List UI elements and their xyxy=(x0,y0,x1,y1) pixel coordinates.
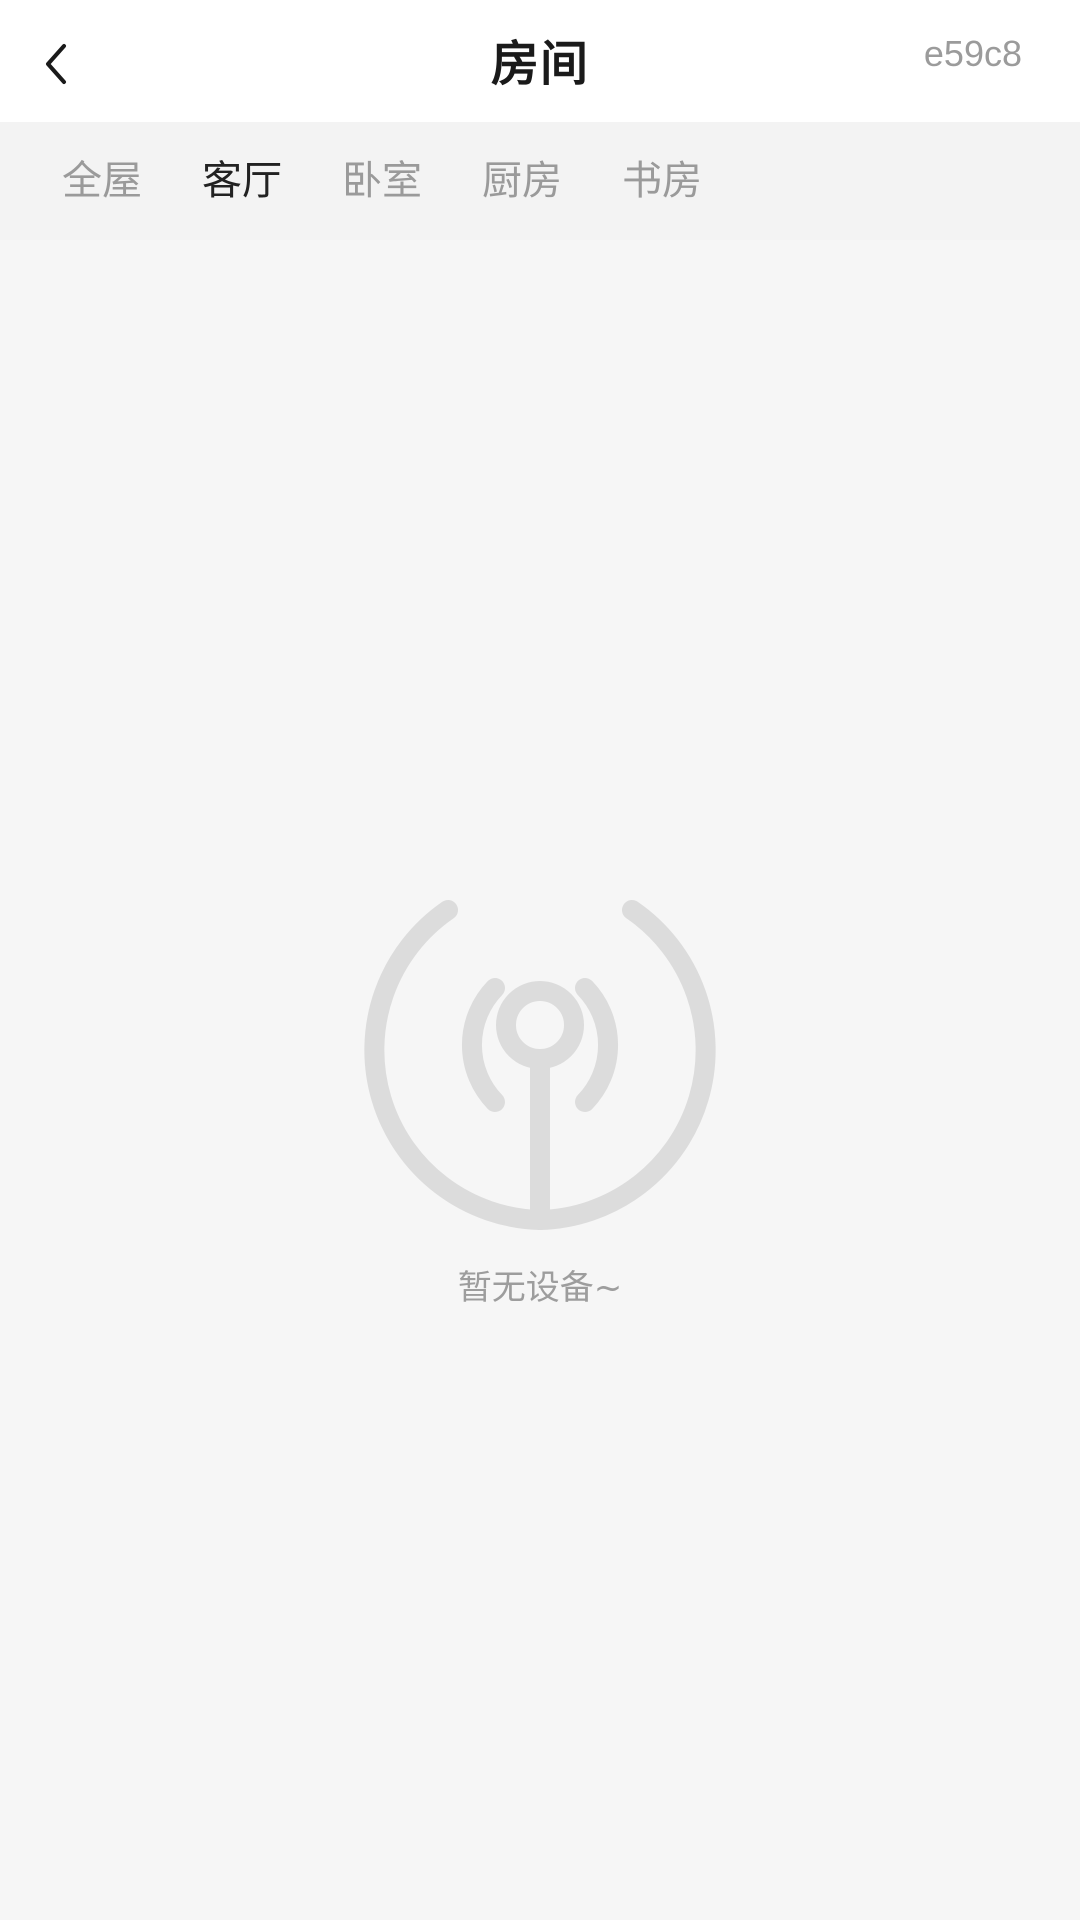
header-code: e59c8 xyxy=(923,33,1022,74)
room-tabs: 全屋 客厅 卧室 厨房 书房 xyxy=(0,122,1080,240)
page-title: 房间 xyxy=(490,36,589,92)
tab-whole-house[interactable]: 全屋 xyxy=(62,153,142,209)
header-bar: 房间 e59c8 xyxy=(0,0,1080,122)
tab-study[interactable]: 书房 xyxy=(622,153,702,209)
empty-state: 暂无设备~ xyxy=(0,240,1080,1920)
tab-bedroom[interactable]: 卧室 xyxy=(342,153,422,209)
signal-broadcast-icon xyxy=(364,900,716,1231)
tab-living-room[interactable]: 客厅 xyxy=(202,153,282,209)
tab-kitchen[interactable]: 厨房 xyxy=(482,153,562,209)
room-screen: 房间 e59c8 全屋 客厅 卧室 厨房 书房 暂无设备~ xyxy=(0,0,1080,1920)
empty-message: 暂无设备~ xyxy=(457,1268,623,1308)
